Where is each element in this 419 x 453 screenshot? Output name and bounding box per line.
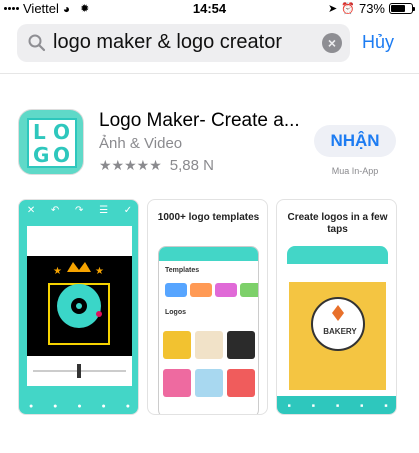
vinyl-logo-graphic: ★ ★ [48, 262, 110, 345]
editor-margin-bottom [27, 356, 132, 386]
template-chip-3 [215, 283, 237, 297]
tool-icon-5: ● [125, 402, 130, 410]
tool-icon-3: ● [77, 402, 82, 410]
template-chip-1 [165, 283, 187, 297]
tool-icon-4: ● [101, 402, 106, 410]
logo-letter-o1: O [53, 120, 71, 144]
creator-bottom-bar: ■ ■ ■ ■ ■ [277, 396, 396, 414]
location-icon: ➤ [328, 3, 338, 15]
screenshot-2-heading: 1000+ logo templates [157, 212, 260, 223]
alarm-icon: ⏰ [341, 3, 355, 15]
logo-tile-1 [163, 331, 191, 359]
phone-mockup: Templates Logos [158, 246, 259, 414]
template-chip-2 [190, 283, 212, 297]
editor-toolbar: ✕ ↶ ↷ ☰ ✓ [19, 200, 138, 220]
editor-margin-top [27, 226, 132, 256]
logo-letter-l: L [33, 120, 46, 144]
logo-tile-6 [227, 369, 255, 397]
tool-icon-1: ● [28, 402, 34, 410]
battery-icon [389, 3, 415, 14]
search-input[interactable]: logo maker & logo creator × [17, 24, 350, 62]
logo-letter-o2: O [53, 143, 71, 167]
layers-tool-icon: ■ [360, 403, 364, 409]
logo-tile-5 [195, 369, 223, 397]
app-category: Ảnh & Video [99, 135, 183, 152]
status-bar: Viettel ◕ ✹ 14:54 ➤ ⏰ 73% [0, 0, 419, 18]
bakery-logo: BAKERY [311, 297, 365, 351]
svg-text:★: ★ [95, 266, 104, 277]
screenshot-3[interactable]: Create logos in a few taps BAKERY ■ ■ ■ … [276, 199, 397, 415]
wheat-icon [332, 305, 344, 321]
search-icon [28, 34, 46, 52]
app-icon-frame: L O G O [27, 118, 77, 168]
redo-icon: ↷ [75, 204, 84, 216]
tool-icon-2: ● [53, 402, 58, 410]
rating-count: 5,88 N [169, 157, 214, 174]
close-icon: ✕ [26, 204, 36, 216]
star-rating-icon: ★★★★★ [99, 157, 162, 173]
app-title[interactable]: Logo Maker- Create a... [99, 110, 300, 132]
logo-tile-2 [195, 331, 223, 359]
get-button[interactable]: NHẬN [314, 125, 396, 157]
battery-percent: 73% [358, 1, 385, 16]
screenshot-2[interactable]: 1000+ logo templates Templates Logos [147, 199, 268, 415]
editor-canvas: ★ ★ [27, 256, 132, 356]
text-tool-icon: ■ [287, 403, 291, 409]
app-result-row[interactable]: L O G O Logo Maker- Create a... Ảnh & Vi… [0, 95, 419, 190]
import-tool-icon: ■ [384, 403, 388, 409]
phone-status-bar-2 [287, 246, 388, 264]
logo-tile-3 [227, 331, 255, 359]
app-rating: ★★★★★ 5,88 N [99, 157, 214, 174]
logos-label: Logos [165, 309, 186, 316]
status-right: ➤ ⏰ 73% [328, 1, 415, 16]
search-row: logo maker & logo creator × Hủy [0, 18, 419, 74]
svg-text:★: ★ [53, 266, 62, 277]
undo-icon: ↶ [50, 204, 60, 216]
in-app-purchase-note: Mua In-App [331, 166, 379, 176]
logo-canvas: BAKERY [289, 282, 386, 390]
templates-label: Templates [165, 267, 200, 274]
background-tool-icon: ■ [311, 403, 315, 409]
template-chip-4 [240, 283, 258, 297]
slider-graphic [33, 364, 126, 378]
clear-icon[interactable]: × [322, 33, 342, 53]
screenshot-gallery[interactable]: ✕ ↶ ↷ ☰ ✓ ★ ★ ● ● ● ● ● 1000+ logo templ… [18, 199, 418, 417]
screenshot-1[interactable]: ✕ ↶ ↷ ☰ ✓ ★ ★ ● ● ● ● ● [18, 199, 139, 415]
cancel-button[interactable]: Hủy [362, 32, 394, 53]
logo-tile-4 [163, 369, 191, 397]
search-query: logo maker & logo creator [53, 31, 283, 53]
phone-status-bar [159, 247, 258, 261]
bakery-text: BAKERY [323, 327, 357, 336]
editor-bottom-bar: ● ● ● ● ● [19, 396, 138, 414]
logo-letter-g: G [33, 143, 50, 167]
app-icon[interactable]: L O G O [18, 109, 84, 175]
screenshot-3-heading: Create logos in a few taps [287, 212, 388, 235]
layers-icon: ☰ [99, 204, 109, 216]
check-icon: ✓ [123, 204, 133, 216]
graphics-tool-icon: ■ [335, 403, 339, 409]
